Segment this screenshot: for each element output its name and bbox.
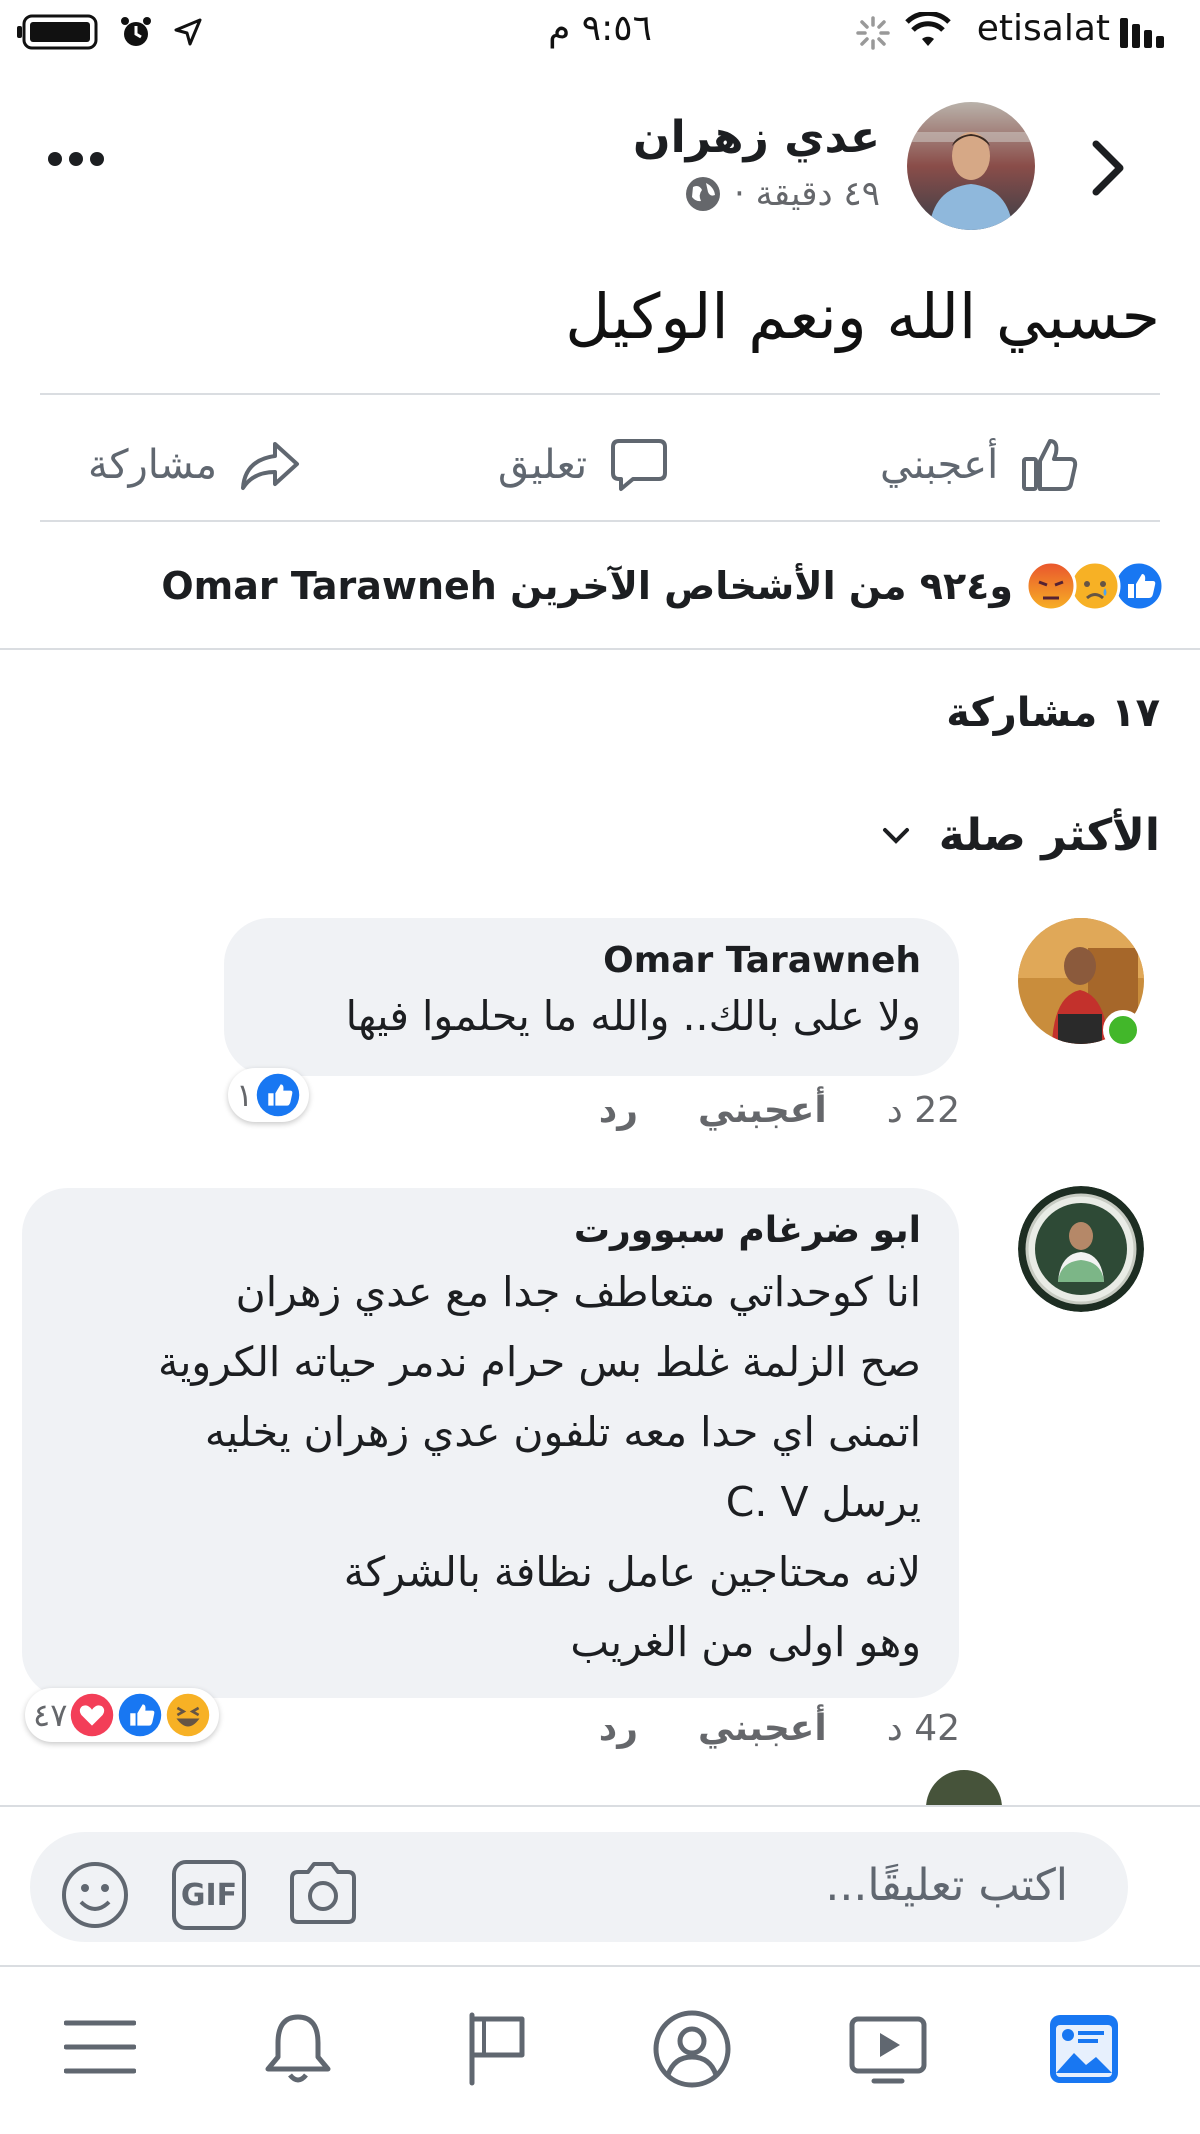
comment-button[interactable]: تعليق — [498, 420, 669, 510]
more-options-icon[interactable] — [46, 150, 106, 168]
sort-label: الأكثر صلة — [938, 810, 1160, 861]
comment-line: وهو اولى من الغريب — [570, 1618, 921, 1666]
gif-icon[interactable]: GIF — [172, 1860, 246, 1930]
like-label: أعجبني — [880, 442, 999, 488]
comment-reaction-badge[interactable]: ٤٧ — [25, 1688, 220, 1742]
video-icon[interactable] — [848, 2015, 928, 2087]
carrier-name: etisalat — [976, 8, 1110, 49]
comment-reaction-badge[interactable]: ١ — [228, 1068, 310, 1122]
divider — [40, 520, 1160, 522]
reaction-count: ١ — [236, 1076, 254, 1114]
camera-icon[interactable] — [286, 1860, 360, 1926]
bottom-tab-bar — [0, 1965, 1200, 2134]
comment-like-button[interactable]: أعجبني — [698, 1090, 827, 1131]
comment-author[interactable]: Omar Tarawneh — [262, 940, 921, 981]
news-feed-icon[interactable] — [1046, 2011, 1122, 2087]
comment-label: تعليق — [498, 442, 588, 488]
divider — [40, 393, 1160, 395]
sort-dropdown[interactable]: الأكثر صلة — [881, 810, 1160, 861]
like-icon — [1020, 435, 1080, 495]
bell-icon[interactable] — [262, 2011, 334, 2087]
angry-reaction-icon — [1025, 560, 1077, 612]
gif-label: GIF — [180, 1877, 238, 1913]
section-divider — [0, 648, 1200, 650]
share-count[interactable]: ١٧ مشاركة — [946, 690, 1160, 736]
comment-like-button[interactable]: أعجبني — [698, 1708, 827, 1749]
back-chevron-icon[interactable] — [1088, 138, 1128, 198]
comment-bubble[interactable]: Omar Tarawneh ولا على بالك.. والله ما يح… — [224, 918, 959, 1076]
post-author[interactable]: عدي زهران — [633, 112, 880, 163]
love-reaction-icon — [69, 1692, 115, 1738]
comment-line: انا كوحداتي متعاطف جدا مع عدي زهران — [235, 1268, 921, 1316]
comment-text: ولا على بالك.. والله ما يحلموا فيها — [345, 992, 921, 1040]
reactions-summary-text: Omar Tarawneh و٩٢٤ من الأشخاص الآخرين — [161, 564, 1013, 608]
comment-icon — [609, 437, 669, 493]
post-text: حسبي الله ونعم الوكيل — [565, 280, 1160, 353]
profile-icon[interactable] — [652, 2009, 732, 2089]
comment-meta: 22 د أعجبني رد — [599, 1090, 960, 1131]
comment-reply-button[interactable]: رد — [599, 1090, 638, 1131]
comment-composer: اكتب تعليقًا... GIF — [0, 1805, 1200, 1960]
comment-time: 22 د — [886, 1090, 960, 1131]
comment-time: 42 د — [886, 1708, 960, 1749]
chevron-down-icon — [881, 826, 911, 846]
online-indicator — [1103, 1010, 1143, 1050]
comment-meta: 42 د أعجبني رد — [599, 1708, 960, 1749]
post-header: عدي زهران ٤٩ دقيقة · — [0, 70, 1200, 265]
loading-spinner-icon — [855, 15, 891, 51]
menu-icon[interactable] — [64, 2017, 136, 2077]
comment-reply-button[interactable]: رد — [599, 1708, 638, 1749]
commenter-avatar[interactable] — [1018, 1186, 1144, 1312]
reaction-count: ٤٧ — [33, 1696, 68, 1734]
status-bar: ٩:٥٦ م etisalat — [0, 0, 1200, 70]
like-reaction-icon — [117, 1692, 163, 1738]
share-label: مشاركة — [88, 442, 218, 488]
signal-icon — [1118, 14, 1168, 50]
comment-bubble[interactable]: ابو ضرغام سبوورت انا كوحداتي متعاطف جدا … — [22, 1188, 959, 1698]
share-button[interactable]: مشاركة — [88, 420, 301, 510]
emoji-icon[interactable] — [60, 1860, 130, 1930]
flag-icon[interactable] — [464, 2011, 530, 2087]
like-reaction-icon — [255, 1072, 301, 1118]
comment-line: اتمنى اي حدا معه تلفون عدي زهران يخليه — [204, 1408, 921, 1456]
comment-line: لانه محتاجين عامل نظافة بالشركة — [343, 1548, 921, 1596]
reactions-summary[interactable]: Omar Tarawneh و٩٢٤ من الأشخاص الآخرين — [161, 560, 1165, 612]
comment-author[interactable]: ابو ضرغام سبوورت — [60, 1210, 921, 1251]
post-author-avatar[interactable] — [907, 102, 1035, 230]
wifi-icon — [905, 12, 951, 50]
comment-line: صح الزلمة غلط بس حرام ندمر حياته الكروية — [157, 1338, 921, 1386]
globe-icon — [684, 175, 722, 213]
like-button[interactable]: أعجبني — [880, 420, 1080, 510]
comment-input-placeholder: اكتب تعليقًا... — [825, 1860, 1068, 1911]
comment-line: يرسل C. V — [725, 1478, 921, 1526]
post-time[interactable]: ٤٩ دقيقة · — [734, 174, 880, 214]
haha-reaction-icon — [165, 1692, 211, 1738]
share-icon — [239, 438, 301, 492]
